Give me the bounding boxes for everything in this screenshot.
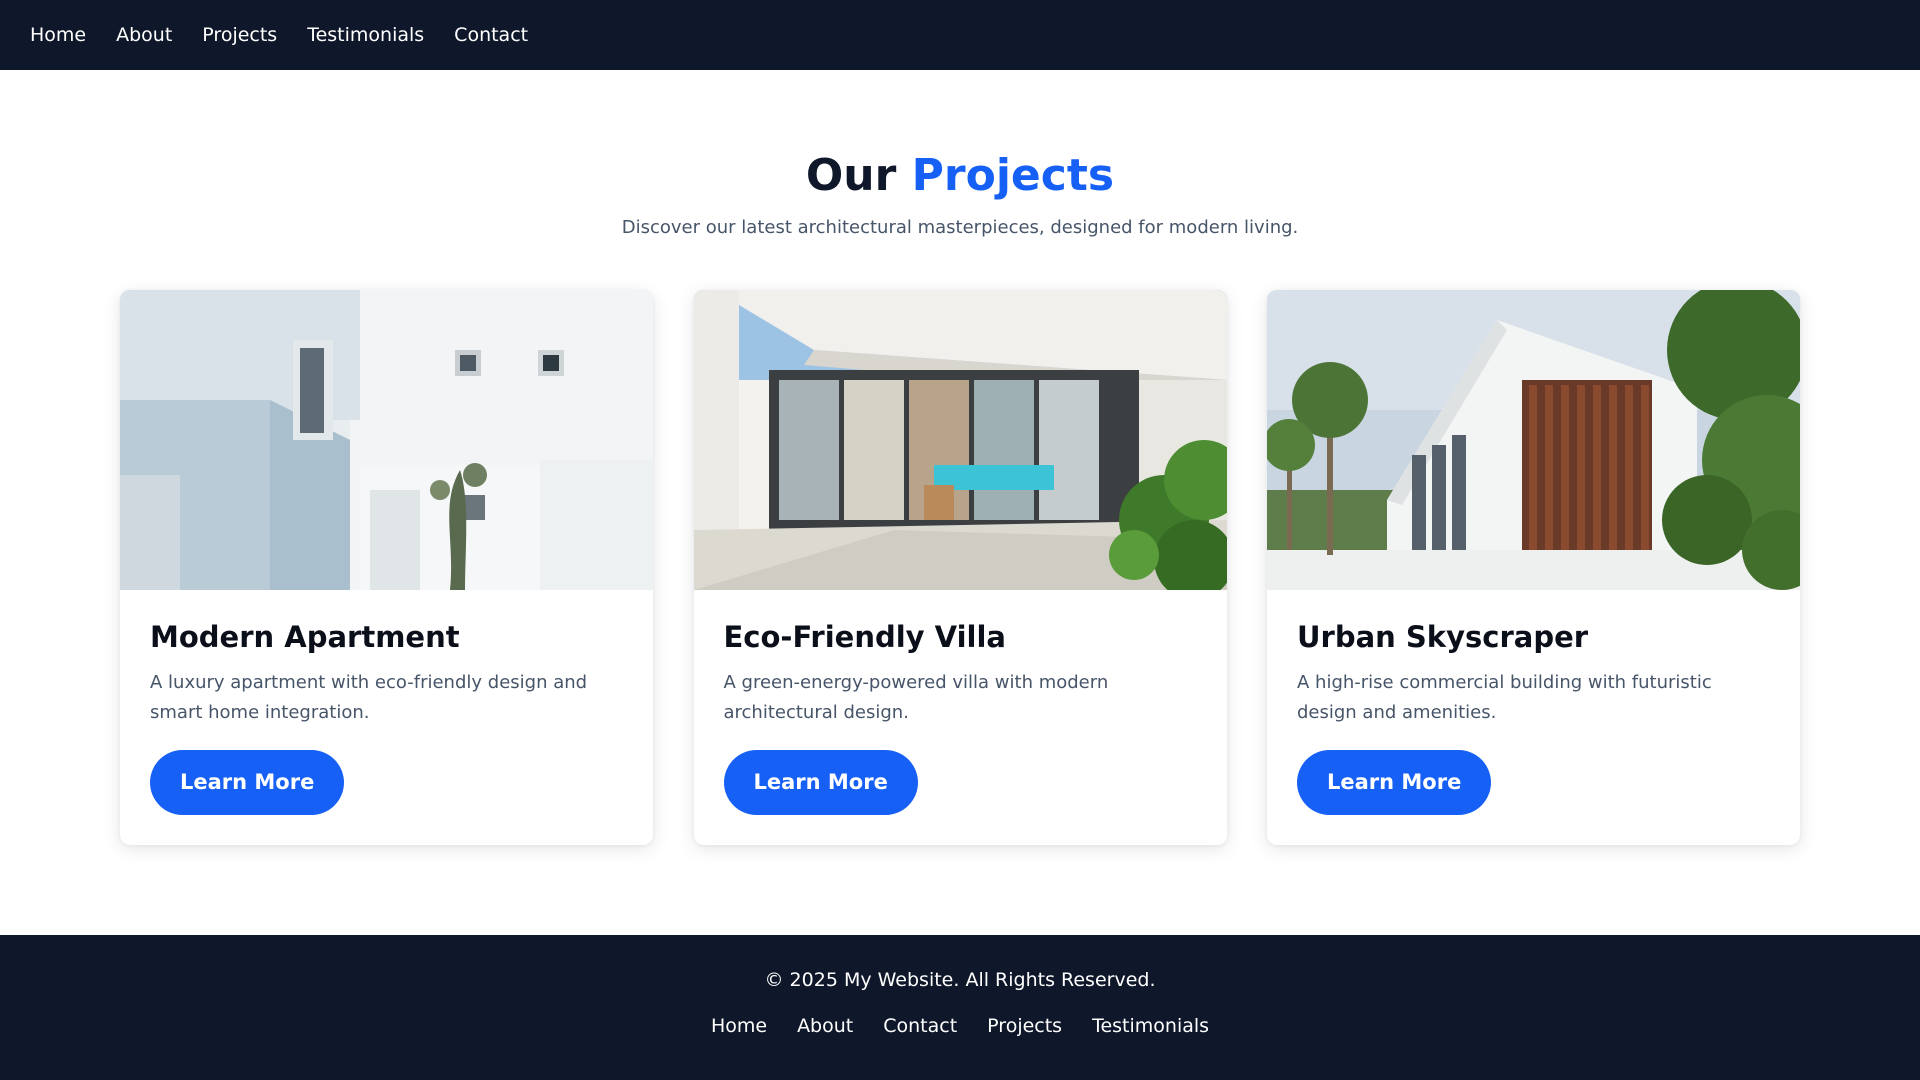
top-navbar: Home About Projects Testimonials Contact xyxy=(0,0,1920,70)
footer-copyright: © 2025 My Website. All Rights Reserved. xyxy=(764,969,1156,991)
learn-more-button[interactable]: Learn More xyxy=(150,749,345,815)
footer-link-about[interactable]: About xyxy=(797,1015,853,1037)
title-prefix: Our xyxy=(805,150,897,201)
nav-link-testimonials[interactable]: Testimonials xyxy=(307,24,424,46)
page-subtitle: Discover our latest architectural master… xyxy=(621,216,1299,238)
title-accent: Projects xyxy=(911,150,1115,201)
card-title: Urban Skyscraper xyxy=(1297,619,1589,654)
nav-link-contact[interactable]: Contact xyxy=(454,24,528,46)
page-title: Our Projects xyxy=(0,150,1920,203)
footer-links: Home About Contact Projects Testimonials xyxy=(0,1015,1920,1037)
card-body: Modern Apartment A luxury apartment with… xyxy=(120,590,653,845)
footer: © 2025 My Website. All Rights Reserved. … xyxy=(0,935,1920,1080)
nav-link-home[interactable]: Home xyxy=(30,24,86,46)
project-card-urban-skyscraper: Urban Skyscraper A high-rise commercial … xyxy=(1267,289,1800,845)
footer-link-testimonials[interactable]: Testimonials xyxy=(1092,1015,1209,1037)
project-cards: Modern Apartment A luxury apartment with… xyxy=(120,289,1800,845)
footer-link-home[interactable]: Home xyxy=(711,1015,767,1037)
nav-link-about[interactable]: About xyxy=(116,24,172,46)
project-image-urban-skyscraper xyxy=(1267,289,1800,590)
footer-link-contact[interactable]: Contact xyxy=(883,1015,957,1037)
card-description: A luxury apartment with eco-friendly des… xyxy=(150,671,588,723)
project-card-eco-friendly-villa: Eco-Friendly Villa A green-energy-powere… xyxy=(693,289,1227,845)
footer-link-projects[interactable]: Projects xyxy=(987,1015,1062,1037)
card-description: A green-energy-powered villa with modern… xyxy=(723,671,1109,723)
project-image-eco-friendly-villa xyxy=(693,289,1227,590)
card-title: Eco-Friendly Villa xyxy=(723,619,1007,654)
learn-more-button[interactable]: Learn More xyxy=(723,749,918,815)
card-title: Modern Apartment xyxy=(150,619,460,654)
project-card-modern-apartment: Modern Apartment A luxury apartment with… xyxy=(120,289,653,845)
project-image-modern-apartment xyxy=(120,289,653,590)
projects-header: Our Projects Discover our latest archite… xyxy=(0,70,1920,238)
card-body: Urban Skyscraper A high-rise commercial … xyxy=(1267,590,1800,845)
card-description: A high-rise commercial building with fut… xyxy=(1297,671,1712,723)
learn-more-button[interactable]: Learn More xyxy=(1297,749,1492,815)
card-body: Eco-Friendly Villa A green-energy-powere… xyxy=(694,590,1227,845)
nav-link-projects[interactable]: Projects xyxy=(202,24,277,46)
